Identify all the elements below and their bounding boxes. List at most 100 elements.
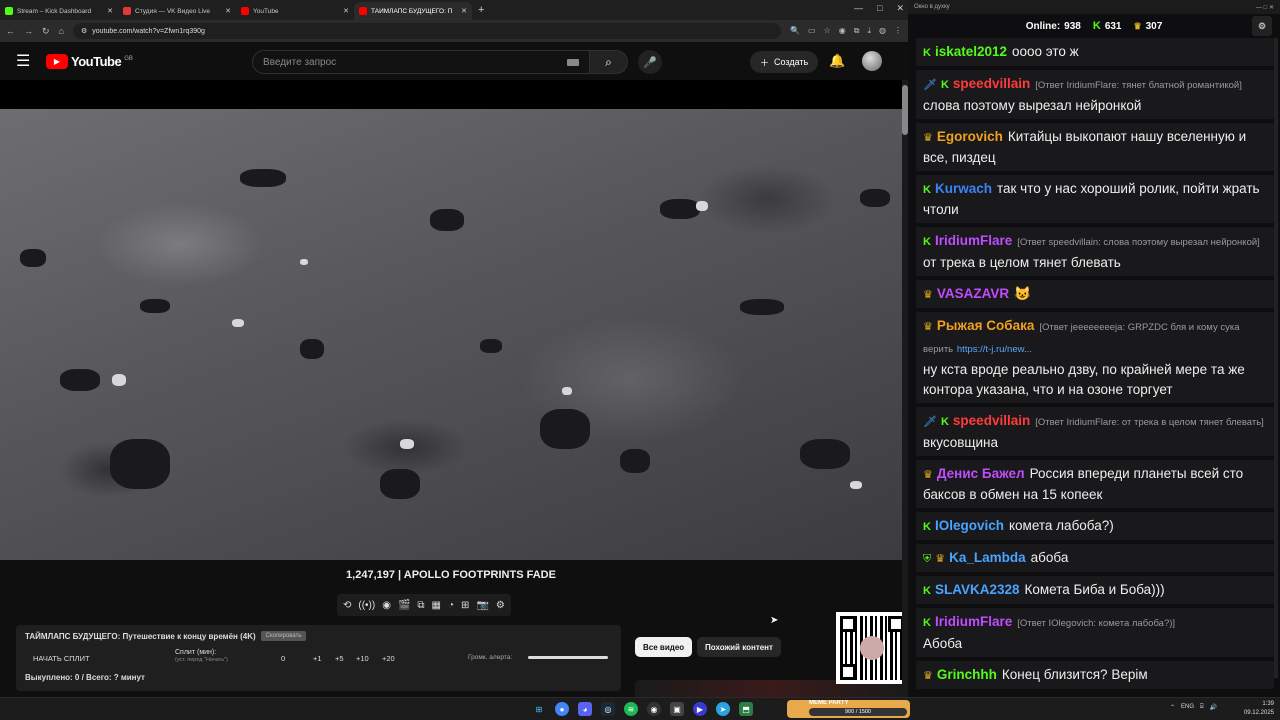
split-add-10-button[interactable]: +10 [356, 654, 369, 663]
split-minutes-label: Сплит (мин): (уст. перед "Начать") [175, 649, 228, 664]
chip-all-videos[interactable]: Все видео [635, 637, 693, 657]
chat-username[interactable]: VASAZAVR [937, 286, 1009, 301]
chat-message: ⛨ ♛ Ka_Lambda абоба [916, 544, 1274, 572]
chat-username[interactable]: Kurwach [935, 181, 992, 196]
search-button[interactable]: ⌕ [590, 50, 628, 74]
voice-search-button[interactable]: 🎤 [638, 50, 662, 74]
chat-username[interactable]: Ka_Lambda [949, 550, 1026, 565]
split-add-1-button[interactable]: +1 [313, 654, 322, 663]
close-icon[interactable]: ✕ [343, 7, 349, 15]
notifications-bell-icon[interactable]: 🔔 [829, 53, 845, 69]
chat-username[interactable]: speedvillain [953, 413, 1030, 428]
chat-username[interactable]: Рыжая Собака [937, 318, 1035, 333]
start-split-button[interactable]: НАЧАТЬ СПЛИТ [33, 654, 90, 663]
close-icon[interactable]: ✕ [107, 7, 113, 15]
clapper-icon[interactable]: 🎬 [398, 600, 410, 611]
chat-message: 🗡 Kspeedvillain [Ответ IridiumFlare: от тр… [916, 407, 1274, 456]
url-field[interactable]: ⚙ youtube.com/watch?v=Zfwn1rq390g [72, 23, 782, 39]
chrome-icon[interactable]: ● [555, 702, 569, 716]
home-icon[interactable]: ⌂ [59, 26, 64, 36]
steam-icon[interactable]: ◎ [601, 702, 615, 716]
taskbar-clock[interactable]: 1:39 09.12.2025 [1238, 700, 1274, 718]
split-panel: ТАЙМЛАПС БУДУЩЕГО: Путешествие к концу в… [16, 625, 621, 691]
create-button[interactable]: ＋ Создать [750, 51, 819, 73]
tray-arrow-icon[interactable]: ⌃ [1170, 704, 1175, 711]
filmstrip-icon[interactable]: ▦ [432, 600, 441, 611]
reload-icon[interactable]: ↻ [42, 26, 50, 37]
maximize-icon[interactable]: □ [877, 3, 882, 14]
tab-timelapse-video[interactable]: ТАЙМЛАПС БУДУЩЕГО: П ✕ [354, 2, 472, 20]
zoom-icon[interactable]: 🔍 [790, 26, 800, 36]
chat-message-list[interactable]: Kiskatel2012 оооо это ж 🗡 Kspeedvillain [Отв… [916, 38, 1274, 693]
copy-button[interactable]: Скопировать [260, 631, 307, 641]
split-value-0[interactable]: 0 [281, 654, 285, 663]
app-icon[interactable]: ▣ [670, 702, 684, 716]
bookmark-star-icon[interactable]: ☆ [824, 26, 831, 36]
close-icon[interactable]: ✕ [225, 7, 231, 15]
new-tab-button[interactable]: + [478, 4, 484, 16]
chat-username[interactable]: IOlegovich [935, 518, 1004, 533]
eye-icon[interactable]: ◉ [382, 600, 391, 611]
avatar[interactable] [862, 51, 882, 71]
tab-youtube[interactable]: YouTube ✕ [236, 2, 354, 20]
chip-similar-content[interactable]: Похожий контент [697, 637, 781, 657]
chat-username[interactable]: IridiumFlare [935, 614, 1012, 629]
chat-username[interactable]: speedvillain [953, 76, 1030, 91]
volume-icon[interactable]: 🔊 [1210, 704, 1217, 711]
cast-icon[interactable]: ▭ [808, 26, 816, 36]
windows-start-icon[interactable]: ⊞ [532, 702, 546, 716]
site-info-icon[interactable]: ⚙ [81, 27, 87, 35]
chat-scrollbar[interactable] [1274, 38, 1278, 678]
search-input[interactable]: Введите запрос [252, 50, 590, 74]
video-player[interactable] [0, 80, 902, 560]
extension-icon[interactable]: ◉ [839, 26, 846, 36]
camera-icon[interactable]: 📷 [476, 600, 488, 611]
tab-vk-studio[interactable]: Студия — VK Видео Live ✕ [118, 2, 236, 20]
chat-settings-icon[interactable]: ⚙ [1252, 16, 1272, 36]
split-add-5-button[interactable]: +5 [335, 654, 344, 663]
settings-gear-icon[interactable]: ⚙ [496, 600, 505, 611]
network-icon[interactable]: ⌸ [1200, 704, 1204, 711]
meme-party-widget: MEME PARTY 900 / 1500 [787, 700, 910, 718]
chat-username[interactable]: SLAVKA2328 [935, 582, 1020, 597]
broadcast-icon[interactable]: ((•)) [358, 600, 375, 611]
kick-viewers: K 631 [1092, 20, 1122, 32]
media-player-icon[interactable]: ▶ [693, 702, 707, 716]
puzzle-icon[interactable]: ⧉ [854, 26, 860, 36]
chat-username[interactable]: Egorovich [937, 129, 1003, 144]
language-indicator[interactable]: ENG [1181, 704, 1194, 711]
alert-volume-slider[interactable] [528, 656, 608, 659]
minimize-icon[interactable]: — [854, 3, 863, 14]
download-icon[interactable]: ⤓ [867, 26, 871, 36]
chat-username[interactable]: iskatel2012 [935, 44, 1007, 59]
chat-username[interactable]: Денис Бажел [937, 466, 1025, 481]
profile-icon[interactable]: ◍ [879, 26, 886, 36]
discord-icon[interactable]: ◕ [578, 702, 592, 716]
window-controls[interactable]: — □ ✕ [1256, 4, 1274, 11]
chat-link[interactable]: https://t-j.ru/new... [957, 344, 1032, 355]
crown-badge-icon: ♛ [923, 469, 933, 481]
back-icon[interactable]: ← [6, 26, 15, 36]
chat-window: Окно в духку — □ ✕ Online: 938 K 631 ♛ 307 ⚙… [908, 0, 1280, 697]
menu-icon[interactable]: ⋮ [894, 26, 902, 36]
forward-icon[interactable]: → [24, 26, 33, 36]
obs-icon[interactable]: ◉ [647, 702, 661, 716]
speedometer-icon[interactable]: ◔ [448, 600, 454, 611]
close-window-icon[interactable]: ✕ [896, 3, 904, 14]
telegram-icon[interactable]: ➤ [716, 702, 730, 716]
close-icon[interactable]: ✕ [461, 7, 467, 15]
loop-icon[interactable]: ⟲ [343, 600, 351, 611]
add-box-icon[interactable]: ⊞ [461, 600, 469, 611]
split-add-20-button[interactable]: +20 [382, 654, 395, 663]
chat-username[interactable]: IridiumFlare [935, 233, 1012, 248]
keyboard-icon[interactable] [567, 58, 579, 66]
spotify-icon[interactable]: ≋ [624, 702, 638, 716]
hamburger-menu-icon[interactable]: ☰ [16, 51, 46, 71]
tab-kick-dashboard[interactable]: Stream – Kick Dashboard ✕ [0, 2, 118, 20]
chat-message: K IridiumFlare [Ответ speedvillain: слова … [916, 227, 1274, 276]
chat-username[interactable]: Grinchhh [937, 667, 997, 682]
youtube-logo[interactable]: ▶ YouTube GB [46, 53, 133, 69]
reply-reference: [Ответ speedvillain: слова поэтому вырез… [1017, 237, 1260, 248]
picture-in-picture-icon[interactable]: ⧉ [417, 600, 424, 611]
file-explorer-icon[interactable]: ⬒ [739, 702, 753, 716]
